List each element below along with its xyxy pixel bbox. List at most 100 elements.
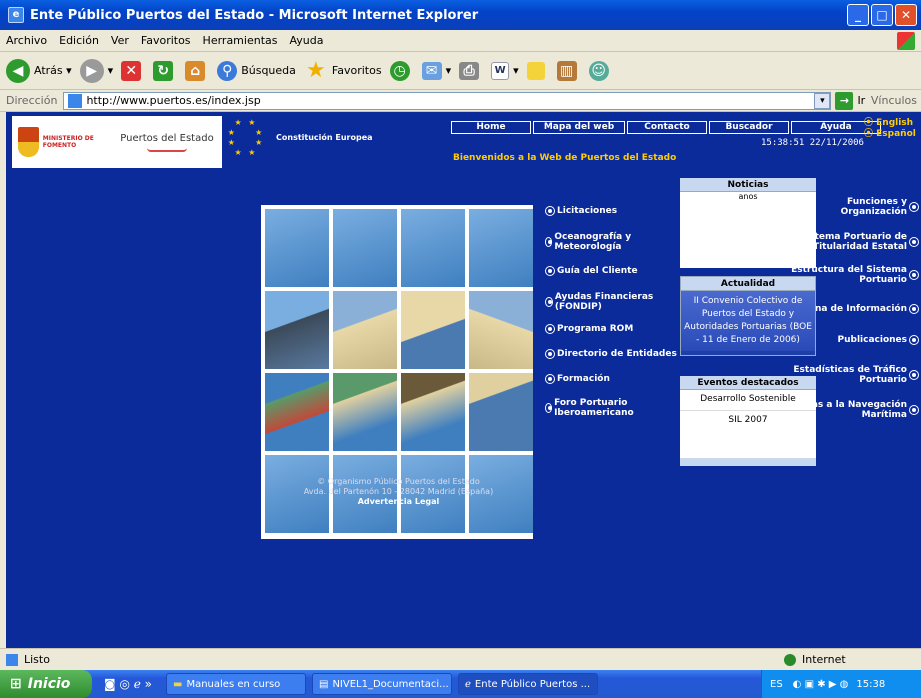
start-button[interactable]: ⊞ Inicio — [0, 670, 92, 698]
menu-ver[interactable]: Ver — [111, 34, 129, 47]
close-button[interactable]: ✕ — [895, 4, 917, 26]
taskbar-item-active[interactable]: ℯ Ente Público Puertos ... — [458, 673, 598, 695]
panel-footer — [680, 458, 816, 466]
minimize-button[interactable]: _ — [847, 4, 869, 26]
noticias-panel: Noticias anos — [680, 178, 816, 268]
right-link[interactable]: Foro Portuario Iberoamericano — [543, 398, 653, 418]
taskbar-item[interactable]: ▬ Manuales en curso — [166, 673, 306, 695]
puertos-logo[interactable]: Puertos del Estado — [112, 116, 222, 168]
back-button[interactable]: ◀ Atrás ▾ — [6, 58, 72, 83]
address-bar: Dirección http://www.puertos.es/index.js… — [0, 90, 921, 112]
edit-button[interactable]: W ▾ — [491, 61, 519, 80]
evento-item[interactable]: SIL 2007 — [680, 411, 816, 429]
radio-icon — [545, 403, 553, 413]
nav-buscador[interactable]: Buscador — [709, 121, 789, 134]
radio-icon — [545, 349, 555, 359]
print-button[interactable]: ⎙ — [459, 61, 483, 80]
quick-launch[interactable]: ◙ ◎ ℯ » — [104, 677, 152, 691]
taskbar: ⊞ Inicio ◙ ◎ ℯ » ▬ Manuales en curso ▤ NIVE… — [0, 670, 921, 698]
menu-ayuda[interactable]: Ayuda — [289, 34, 323, 47]
eventos-title: Eventos destacados — [680, 376, 816, 390]
legal-link[interactable]: Advertencia Legal — [246, 497, 551, 507]
taskbar-item[interactable]: ▤ NIVEL1_Documentaci... — [312, 673, 452, 695]
radio-icon — [909, 335, 919, 345]
word-icon: W — [491, 61, 510, 80]
right-link[interactable]: Directorio de Entidades — [543, 349, 677, 359]
photo-tile — [333, 291, 397, 369]
windows-flag-icon: ⊞ — [10, 676, 22, 692]
right-link[interactable]: Guía del Cliente — [543, 266, 638, 276]
research-button[interactable]: ▥ — [556, 60, 581, 81]
system-tray: ES ◐ ▣ ✱ ▶ ◍ 15:38 — [761, 670, 921, 698]
mail-icon: ✉ — [421, 61, 442, 80]
radio-icon — [545, 266, 555, 276]
right-link[interactable]: Ayudas Financieras (FONDIP) — [543, 292, 663, 312]
search-button[interactable]: ⚲ Búsqueda — [217, 60, 296, 81]
favorites-button[interactable]: ★ Favoritos — [304, 58, 382, 83]
stop-button[interactable]: ✕ — [121, 60, 145, 81]
photo-tile — [265, 291, 329, 369]
noticias-text[interactable]: anos — [680, 192, 816, 201]
search-icon: ⚲ — [217, 60, 238, 81]
site-footer: © Organismo Público Puertos del Estado A… — [246, 477, 551, 507]
photo-tile — [265, 373, 329, 451]
books-icon: ▥ — [556, 60, 577, 81]
forward-button[interactable]: ▶ ▾ — [79, 58, 113, 83]
photo-tile — [401, 373, 465, 451]
history-icon: ◷ — [389, 60, 410, 81]
photo-tile — [333, 209, 397, 287]
mail-button[interactable]: ✉ ▾ — [421, 61, 451, 80]
stop-icon: ✕ — [121, 60, 142, 81]
address-dropdown-icon[interactable]: ▾ — [814, 92, 831, 109]
links-toolbar[interactable]: Vínculos — [871, 94, 917, 107]
nav-contacto[interactable]: Contacto — [627, 121, 707, 134]
menu-bar: Archivo Edición Ver Favoritos Herramient… — [0, 30, 921, 52]
history-button[interactable]: ◷ — [389, 60, 414, 81]
right-link[interactable]: Formación — [543, 374, 610, 384]
lang-english[interactable]: ⦿ English — [864, 118, 916, 129]
printer-icon: ⎙ — [459, 61, 480, 80]
right-link[interactable]: Oceanografía y Meteorología — [543, 232, 653, 252]
address-input[interactable]: http://www.puertos.es/index.jsp ▾ — [63, 91, 832, 110]
language-selector: ⦿ English ⦿ Español — [864, 118, 916, 140]
actualidad-title: Actualidad — [681, 277, 815, 291]
constitucion-link[interactable]: Constitución Europea — [276, 132, 373, 143]
maximize-button[interactable]: □ — [871, 4, 893, 26]
go-button[interactable]: → Ir — [835, 91, 865, 110]
photo-tile — [469, 209, 533, 287]
address-label: Dirección — [6, 94, 58, 107]
radio-icon — [909, 405, 919, 415]
menu-herramientas[interactable]: Herramientas — [203, 34, 278, 47]
toolbar: ◀ Atrás ▾ ▶ ▾ ✕ ↻ ⌂ ⚲ Búsqueda ★ Favoritos ◷… — [0, 52, 921, 90]
word-doc-icon: ▤ — [319, 678, 329, 690]
photo-tile — [469, 373, 533, 451]
folder-icon: ▬ — [173, 678, 183, 690]
ministerio-logo[interactable]: MINISTERIO DE FOMENTO — [12, 116, 112, 168]
actualidad-banner[interactable]: II Convenio Colectivo de Puertos del Est… — [681, 291, 815, 351]
home-icon: ⌂ — [185, 60, 206, 81]
radio-icon — [909, 304, 919, 314]
menu-edicion[interactable]: Edición — [59, 34, 99, 47]
welcome-text: Bienvenidos a la Web de Puertos del Esta… — [453, 153, 677, 163]
window-title: Ente Público Puertos del Estado - Micros… — [30, 7, 479, 23]
tray-icons[interactable]: ◐ ▣ ✱ ▶ ◍ — [793, 679, 849, 690]
refresh-button[interactable]: ↻ — [153, 60, 177, 81]
discuss-button[interactable] — [526, 61, 549, 80]
window-controls: _ □ ✕ — [847, 4, 917, 26]
evento-item[interactable]: Desarrollo Sostenible — [680, 390, 816, 411]
menu-archivo[interactable]: Archivo — [6, 34, 47, 47]
menu-favoritos[interactable]: Favoritos — [141, 34, 191, 47]
radio-icon — [909, 370, 919, 380]
radio-icon — [545, 297, 553, 307]
right-link[interactable]: Programa ROM — [543, 324, 633, 334]
nav-home[interactable]: Home — [451, 121, 531, 134]
home-button[interactable]: ⌂ — [185, 60, 209, 81]
language-indicator[interactable]: ES — [770, 679, 783, 690]
messenger-button[interactable]: ☺ — [588, 60, 613, 81]
lang-espanol[interactable]: ⦿ Español — [864, 129, 916, 140]
photo-tile — [401, 209, 465, 287]
eventos-panel: Eventos destacados Desarrollo Sostenible… — [680, 376, 816, 466]
right-link[interactable]: Licitaciones — [543, 206, 617, 216]
nav-mapa[interactable]: Mapa del web — [533, 121, 625, 134]
forward-arrow-icon: ▶ — [79, 58, 104, 83]
